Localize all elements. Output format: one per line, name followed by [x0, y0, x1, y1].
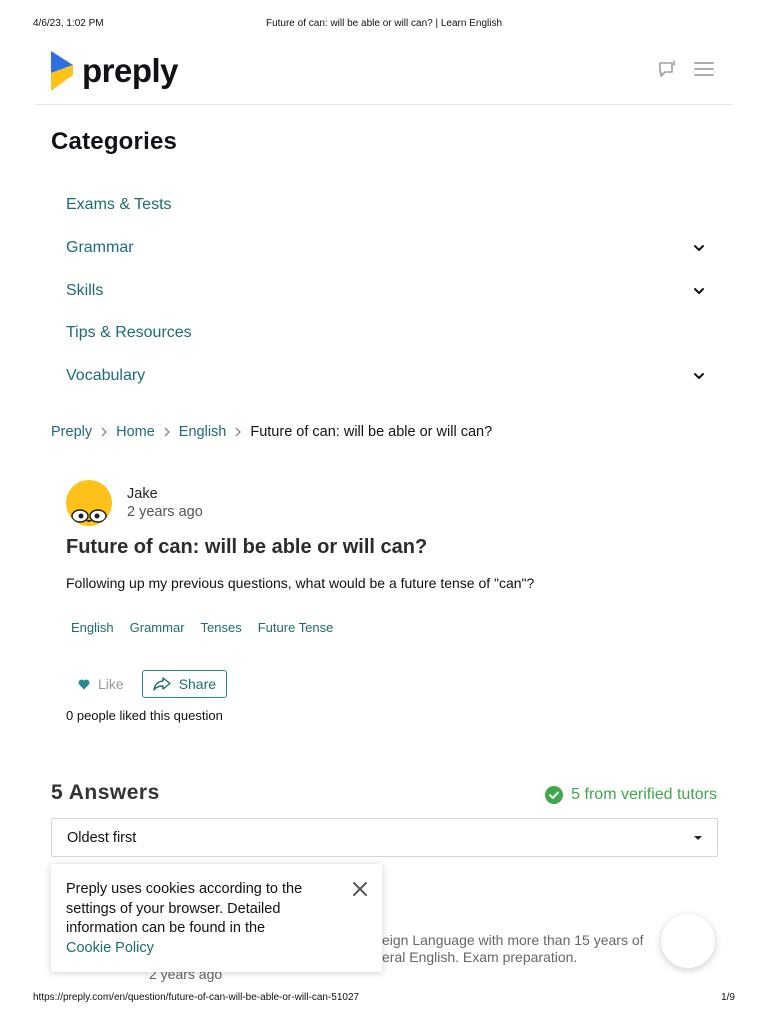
check-circle-icon [545, 786, 564, 804]
author-meta: Jake 2 years ago [127, 485, 203, 521]
avatar[interactable] [66, 480, 112, 526]
question-body: Following up my previous questions, what… [66, 575, 535, 591]
answer-tutor-bio: eign Language with more than 15 years of… [382, 932, 644, 966]
cookie-message: Preply uses cookies according to the set… [66, 881, 303, 936]
verified-tutors-badge: 5 from verified tutors [545, 786, 717, 804]
cookie-policy-link[interactable]: Cookie Policy [66, 939, 316, 959]
bio-line: eral English. Exam preparation. [382, 949, 578, 965]
sort-select[interactable]: Oldest first [51, 818, 718, 857]
likes-count: 0 people liked this question [66, 708, 223, 723]
tag-grammar[interactable]: Grammar [125, 620, 190, 635]
category-label: Skills [66, 281, 104, 299]
like-button[interactable]: Like [66, 670, 136, 698]
share-button[interactable]: Share [141, 670, 228, 698]
chevron-right-icon [235, 427, 242, 437]
share-label: Share [178, 676, 217, 692]
cookie-banner: Preply uses cookies according to the set… [51, 864, 382, 972]
heart-icon [78, 679, 90, 689]
category-tips-resources[interactable]: Tips & Resources [66, 312, 708, 355]
category-grammar[interactable]: Grammar [66, 227, 708, 270]
chevron-right-icon [101, 427, 108, 437]
breadcrumb-current: Future of can: will be able or will can? [250, 424, 493, 440]
question-timestamp: 2 years ago [127, 504, 203, 520]
chevron-down-icon[interactable] [692, 369, 706, 383]
category-vocabulary[interactable]: Vocabulary [66, 355, 708, 398]
avatar-face-icon [71, 509, 107, 523]
chevron-right-icon [164, 427, 170, 437]
category-skills[interactable]: Skills [66, 269, 708, 312]
breadcrumb-link-english[interactable]: English [179, 424, 227, 440]
menu-icon[interactable] [693, 58, 715, 80]
logo-text: preply [82, 52, 179, 89]
breadcrumb-link-preply[interactable]: Preply [51, 424, 92, 440]
chat-widget-button[interactable] [661, 914, 715, 968]
logo-mark-icon [51, 51, 73, 91]
print-header: 4/6/23, 1:02 PM Future of can: will be a… [33, 18, 735, 32]
cookie-text: Preply uses cookies according to the set… [66, 880, 316, 958]
category-label: Vocabulary [66, 367, 146, 385]
chevron-down-icon[interactable] [692, 241, 706, 255]
categories-title: Categories [51, 128, 178, 155]
question-tags: English Grammar Tenses Future Tense [66, 620, 338, 635]
breadcrumb: Preply Home English Future of can: will … [51, 424, 492, 440]
answers-title: 5 Answers [51, 781, 160, 804]
breadcrumb-link-home[interactable]: Home [116, 424, 155, 440]
tag-english[interactable]: English [66, 620, 119, 635]
category-label: Grammar [66, 239, 134, 257]
close-icon[interactable] [352, 881, 368, 897]
print-url: https://preply.com/en/question/future-of… [33, 992, 360, 1003]
question-actions: Like Share [66, 670, 228, 698]
caret-down-icon [694, 835, 702, 840]
tag-tenses[interactable]: Tenses [196, 620, 247, 635]
category-exams-tests[interactable]: Exams & Tests [66, 184, 708, 227]
share-icon [152, 677, 171, 691]
chevron-down-icon[interactable] [692, 284, 706, 298]
top-navbar: preply [35, 46, 733, 105]
category-label: Exams & Tests [66, 196, 172, 214]
author-name[interactable]: Jake [127, 485, 203, 503]
chat-icon[interactable] [657, 58, 679, 80]
category-label: Tips & Resources [66, 324, 192, 342]
like-label: Like [98, 676, 124, 692]
print-footer: https://preply.com/en/question/future-of… [33, 992, 735, 1006]
question-author: Jake 2 years ago [66, 480, 203, 526]
tag-future-tense[interactable]: Future Tense [253, 620, 339, 635]
sort-selected-value: Oldest first [67, 829, 137, 846]
categories-list: Exams & Tests Grammar Skills Tips & Reso… [66, 184, 708, 397]
bio-line: eign Language with more than 15 years of [382, 932, 644, 948]
print-page-number: 1/9 [721, 992, 735, 1003]
print-page-title: Future of can: will be able or will can?… [265, 18, 503, 29]
header-icons [657, 58, 715, 80]
verified-text: 5 from verified tutors [571, 786, 717, 803]
preply-logo[interactable]: preply [51, 51, 179, 91]
question-title: Future of can: will be able or will can? [66, 536, 428, 558]
